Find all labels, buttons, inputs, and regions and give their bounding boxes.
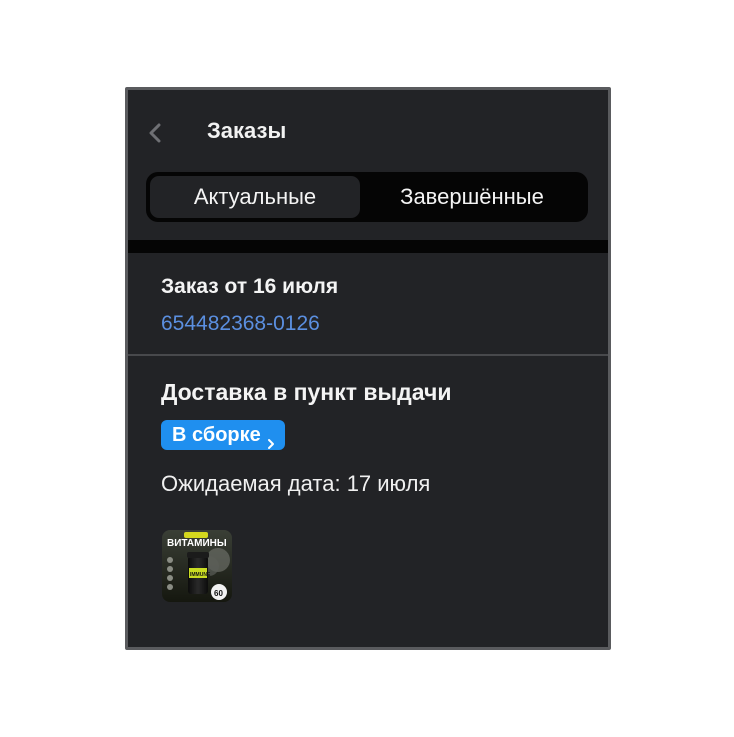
order-number-link[interactable]: 654482368-0126 xyxy=(161,312,320,336)
delivery-title: Доставка в пункт выдачи xyxy=(161,379,452,405)
tab-completed[interactable]: Завершённые xyxy=(360,176,584,218)
thumbnail-count-badge: 60 xyxy=(214,589,223,598)
expected-date: Ожидаемая дата: 17 июля xyxy=(161,471,431,496)
page-title: Заказы xyxy=(207,118,287,143)
product-thumbnail[interactable]: ВИТАМИНЫ IMMUNE 60 xyxy=(162,530,232,602)
section-divider xyxy=(128,240,608,253)
header: Заказы xyxy=(128,90,608,170)
order-title[interactable]: Заказ от 16 июля xyxy=(161,275,338,299)
orders-screen: Заказы Актуальные Завершённые Заказ от 1… xyxy=(125,87,611,650)
chevron-right-icon xyxy=(267,429,275,449)
thumbnail-product-label: IMMUNE xyxy=(190,572,211,578)
order-divider xyxy=(128,354,608,356)
tab-current[interactable]: Актуальные xyxy=(150,176,360,218)
tabs-switcher: Актуальные Завершённые xyxy=(146,172,588,222)
thumbnail-brand-text: ВИТАМИНЫ xyxy=(167,538,227,549)
status-badge-label: В сборке xyxy=(172,424,261,446)
chevron-left-icon[interactable] xyxy=(146,121,166,145)
status-badge[interactable]: В сборке xyxy=(161,420,285,450)
